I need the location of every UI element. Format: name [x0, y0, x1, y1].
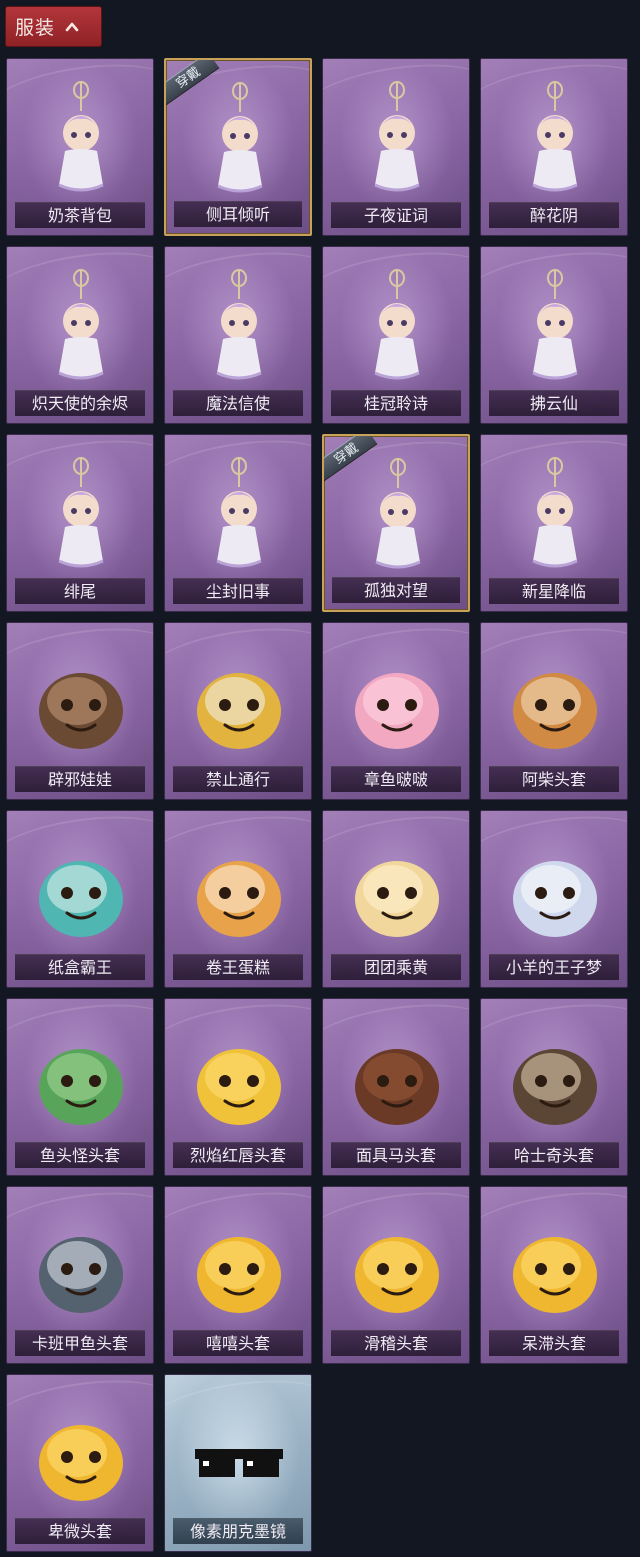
costume-card[interactable]: 面具马头套 — [322, 998, 470, 1176]
costume-card[interactable]: 桂冠聆诗 — [322, 246, 470, 424]
costume-name: 面具马头套 — [331, 1142, 461, 1168]
white-hair-doll-charm-icon — [375, 458, 421, 569]
laurel-doll-charm-icon — [374, 269, 420, 380]
doll-head-mask-icon — [39, 673, 123, 749]
costume-card[interactable]: 纸盒霸王 — [6, 810, 154, 988]
octopus-mask-icon — [355, 673, 439, 749]
costume-card[interactable]: 小羊的王子梦 — [480, 810, 628, 988]
costume-card[interactable]: 阿柴头套 — [480, 622, 628, 800]
costume-name: 卡班甲鱼头套 — [15, 1330, 145, 1356]
costume-name: 像素朋克墨镜 — [173, 1518, 303, 1544]
costume-name: 孤独对望 — [332, 577, 460, 603]
costume-card[interactable]: 哈士奇头套 — [480, 998, 628, 1176]
humble-emoji-mask-icon — [39, 1425, 123, 1501]
horse-mask-icon — [355, 1049, 439, 1125]
costume-card[interactable]: 烈焰红唇头套 — [164, 998, 312, 1176]
costume-name: 阿柴头套 — [489, 766, 619, 792]
costume-name: 哈士奇头套 — [489, 1142, 619, 1168]
costume-card[interactable]: 禁止通行 — [164, 622, 312, 800]
costume-name: 新星降临 — [489, 578, 619, 604]
costume-card[interactable]: 滑稽头套 — [322, 1186, 470, 1364]
fish-ball-mask-icon — [39, 1237, 123, 1313]
costume-name: 子夜证词 — [331, 202, 461, 228]
costume-card[interactable]: 卑微头套 — [6, 1374, 154, 1552]
angel-doll-charm-icon — [58, 269, 104, 380]
costume-card[interactable]: 卡班甲鱼头套 — [6, 1186, 154, 1364]
costume-name: 卑微头套 — [15, 1518, 145, 1544]
roll-cake-mask-icon — [197, 861, 281, 937]
costume-card[interactable]: 奶茶背包 — [6, 58, 154, 236]
costume-grid: 奶茶背包 穿戴 侧耳倾听 子夜证词 醉花阴 炽天使的余烬 魔法信使 桂冠聆诗 拂云… — [0, 0, 640, 1557]
costume-card[interactable]: 子夜证词 — [322, 58, 470, 236]
costume-name: 魔法信使 — [173, 390, 303, 416]
plague-doctor-charm-icon — [374, 81, 420, 192]
costume-name: 禁止通行 — [173, 766, 303, 792]
costume-name: 醉花阴 — [489, 202, 619, 228]
costume-name: 桂冠聆诗 — [331, 390, 461, 416]
stare-emoji-mask-icon — [513, 1237, 597, 1313]
chubby-cat-mask-icon — [355, 861, 439, 937]
costume-name: 辟邪娃娃 — [15, 766, 145, 792]
costume-card[interactable]: 呆滞头套 — [480, 1186, 628, 1364]
elephant-charm-icon — [216, 269, 262, 380]
costume-name: 侧耳倾听 — [174, 201, 302, 227]
costume-name: 奶茶背包 — [15, 202, 145, 228]
costume-card[interactable]: 穿戴 侧耳倾听 — [164, 58, 312, 236]
costume-name: 嘻嘻头套 — [173, 1330, 303, 1356]
fox-girl-charm-icon — [58, 457, 104, 568]
costume-name: 章鱼啵啵 — [331, 766, 461, 792]
costume-card[interactable]: 卷王蛋糕 — [164, 810, 312, 988]
cloud-fairy-charm-icon — [532, 269, 578, 380]
costume-name: 呆滞头套 — [489, 1330, 619, 1356]
husky-mask-icon — [513, 1049, 597, 1125]
pikachu-lips-mask-icon — [197, 1049, 281, 1125]
costume-card[interactable]: 醉花阴 — [480, 58, 628, 236]
costume-name: 拂云仙 — [489, 390, 619, 416]
costume-card[interactable]: 章鱼啵啵 — [322, 622, 470, 800]
costume-card[interactable]: 像素朋克墨镜 — [164, 1374, 312, 1552]
star-doll-charm-icon — [532, 457, 578, 568]
costume-card[interactable]: 魔法信使 — [164, 246, 312, 424]
flower-dreamcatcher-charm-icon — [532, 81, 578, 192]
costume-name: 纸盒霸王 — [15, 954, 145, 980]
costume-name: 卷王蛋糕 — [173, 954, 303, 980]
costume-card[interactable]: 辟邪娃娃 — [6, 622, 154, 800]
milk-tea-backpack-icon — [58, 81, 104, 192]
costume-name: 炽天使的余烬 — [15, 390, 145, 416]
cardboard-dino-mask-icon — [39, 861, 123, 937]
costume-name: 绯尾 — [15, 578, 145, 604]
grin-emoji-mask-icon — [197, 1237, 281, 1313]
costume-name: 尘封旧事 — [173, 578, 303, 604]
costume-card[interactable]: 绯尾 — [6, 434, 154, 612]
pixel-sunglasses-icon — [195, 1449, 283, 1477]
costume-card[interactable]: 穿戴 孤独对望 — [322, 434, 470, 612]
costume-card[interactable]: 新星降临 — [480, 434, 628, 612]
fish-head-mask-icon — [39, 1049, 123, 1125]
crowned-boy-charm-icon — [216, 457, 262, 568]
shiba-mask-icon — [513, 673, 597, 749]
costume-card[interactable]: 尘封旧事 — [164, 434, 312, 612]
costume-name: 小羊的王子梦 — [489, 954, 619, 980]
lotus-wreath-charm-icon — [217, 82, 263, 193]
costume-card[interactable]: 鱼头怪头套 — [6, 998, 154, 1176]
costume-name: 烈焰红唇头套 — [173, 1142, 303, 1168]
costume-card[interactable]: 炽天使的余烬 — [6, 246, 154, 424]
smirk-emoji-mask-icon — [355, 1237, 439, 1313]
costume-card[interactable]: 拂云仙 — [480, 246, 628, 424]
costume-name: 团团乘黄 — [331, 954, 461, 980]
costume-card[interactable]: 团团乘黄 — [322, 810, 470, 988]
sheep-prince-mask-icon — [513, 861, 597, 937]
costume-name: 滑稽头套 — [331, 1330, 461, 1356]
costume-card[interactable]: 嘻嘻头套 — [164, 1186, 312, 1364]
traffic-cone-mask-icon — [197, 673, 281, 749]
costume-name: 鱼头怪头套 — [15, 1142, 145, 1168]
